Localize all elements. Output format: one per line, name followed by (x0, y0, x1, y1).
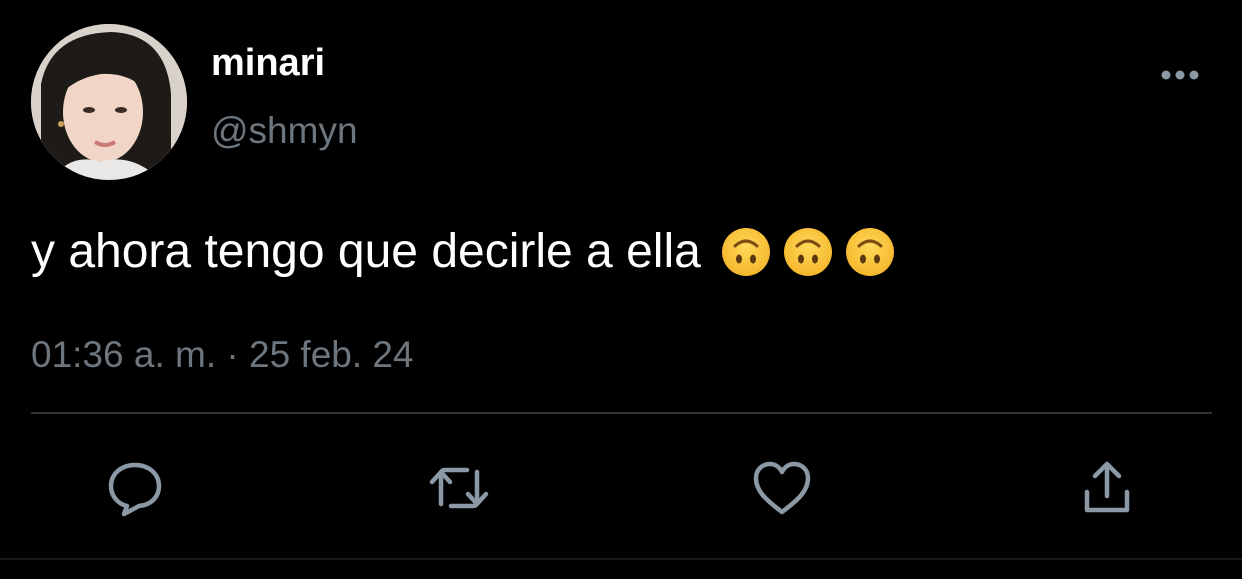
emoji-group (721, 227, 895, 277)
tweet-timestamp[interactable]: 01:36 a. m. · 25 feb. 24 (31, 332, 414, 378)
profile-photo (31, 24, 187, 180)
divider (31, 412, 1212, 414)
reply-icon (108, 462, 162, 517)
upside-down-face-emoji (845, 227, 895, 277)
display-name[interactable]: minari (211, 40, 325, 86)
like-button[interactable] (750, 456, 814, 520)
share-button[interactable] (1075, 456, 1139, 520)
tweet-text: y ahora tengo que decirle a ella (31, 220, 895, 284)
heart-icon (753, 461, 811, 515)
share-icon (1084, 461, 1130, 513)
more-dots-icon (1161, 70, 1199, 80)
upside-down-face-emoji (721, 227, 771, 277)
upside-down-face-emoji (783, 227, 833, 277)
avatar[interactable] (31, 24, 187, 180)
user-handle[interactable]: @shmyn (211, 108, 358, 154)
tweet-text-body: y ahora tengo que decirle a ella (31, 225, 701, 278)
bottom-divider (0, 558, 1242, 560)
retweet-icon (429, 467, 489, 509)
reply-button[interactable] (103, 456, 167, 520)
more-options-button[interactable] (1154, 58, 1206, 92)
retweet-button[interactable] (427, 456, 491, 520)
